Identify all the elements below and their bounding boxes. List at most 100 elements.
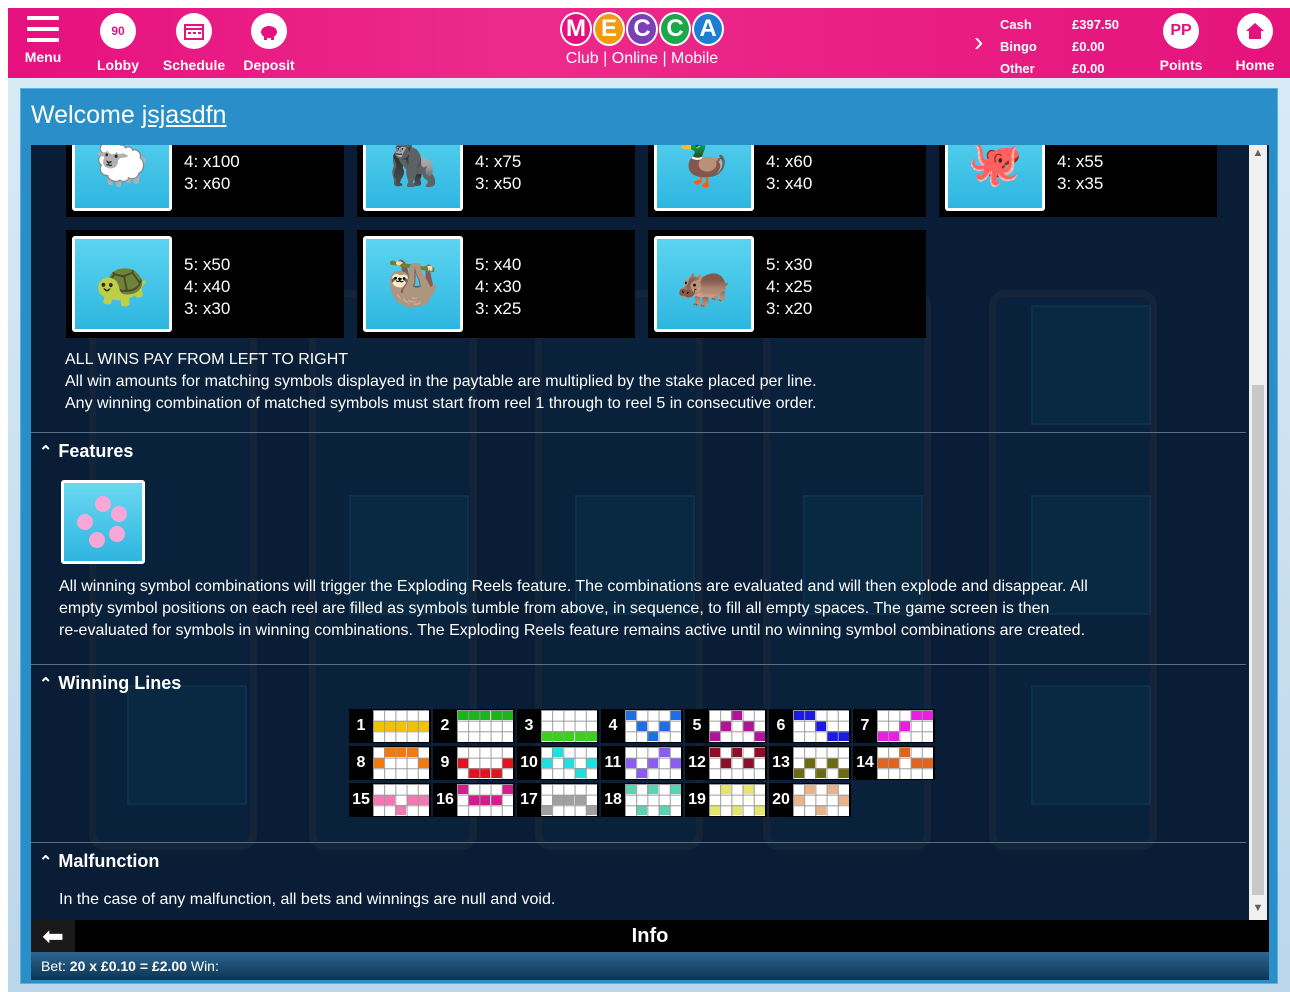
win-label: Win:	[190, 958, 219, 974]
winning-line-number: 14	[856, 754, 874, 771]
deposit-button[interactable]: Deposit	[234, 10, 304, 76]
winning-line-19: 19	[685, 783, 767, 817]
scroll-up-arrow-icon[interactable]: ▲	[1249, 147, 1267, 163]
chevron-up-icon: ⌃	[39, 854, 53, 871]
duck-icon: 🦆	[654, 145, 754, 211]
winning-line-gridlines	[793, 710, 849, 742]
winning-line-gridlines	[625, 747, 681, 779]
winning-line-13: 13	[769, 746, 851, 780]
winning-line-number: 6	[776, 717, 786, 734]
calendar-icon	[176, 13, 212, 49]
scrollbar-thumb[interactable]	[1252, 385, 1264, 895]
winning-line-pattern	[625, 784, 681, 816]
winning-line-gridlines	[457, 710, 513, 742]
malfunction-section-header[interactable]: ⌃ Malfunction	[39, 851, 159, 872]
schedule-button[interactable]: Schedule	[159, 10, 229, 76]
section-divider	[31, 432, 1246, 433]
game-frame: Welcome jsjasdfn 🐑 4: x100 3: x60 🦍 4: x…	[8, 78, 1290, 992]
winning-line-10: 10	[517, 746, 599, 780]
winning-line-gridlines	[625, 710, 681, 742]
winning-line-number: 3	[524, 717, 534, 734]
chevron-up-icon: ⌃	[39, 444, 53, 461]
winning-line-pattern	[793, 747, 849, 779]
home-button[interactable]: Home	[1220, 10, 1290, 76]
winning-line-pattern	[373, 710, 429, 742]
winning-line-pattern	[709, 747, 765, 779]
welcome-heading: Welcome jsjasdfn	[31, 101, 227, 129]
winning-line-gridlines	[541, 710, 597, 742]
winning-line-pattern	[541, 747, 597, 779]
paytable-card-sloth: 🦥 5: x40 4: x30 3: x25	[357, 230, 635, 338]
winning-line-gridlines	[541, 747, 597, 779]
winning-line-7: 7	[853, 709, 935, 743]
winning-line-18: 18	[601, 783, 683, 817]
hamburger-icon	[27, 16, 59, 42]
winning-line-9: 9	[433, 746, 515, 780]
winning-line-pattern	[625, 747, 681, 779]
winning-line-pattern	[541, 784, 597, 816]
menu-button[interactable]: Menu	[8, 10, 78, 76]
winning-lines-section-header[interactable]: ⌃ Winning Lines	[39, 673, 181, 694]
back-arrow-button[interactable]: ⬅	[31, 920, 75, 952]
logo-letters: M E C C A	[556, 12, 728, 46]
scroll-down-arrow-icon[interactable]: ▼	[1249, 902, 1267, 918]
top-navigation-bar: Menu 90 Lobby Schedule Deposit M E C C A…	[8, 8, 1290, 78]
cash-label: Cash	[1000, 17, 1032, 32]
winning-line-gridlines	[877, 747, 933, 779]
winning-line-number: 12	[688, 754, 706, 771]
winning-line-15: 15	[349, 783, 431, 817]
home-icon	[1237, 13, 1273, 49]
winning-line-1: 1	[349, 709, 431, 743]
username-link[interactable]: jsjasdfn	[142, 101, 227, 129]
deposit-label: Deposit	[243, 57, 295, 73]
paytable-rules: ALL WINS PAY FROM LEFT TO RIGHT All win …	[65, 351, 817, 412]
logo-tagline: Club | Online | Mobile	[565, 50, 719, 67]
winning-line-16: 16	[433, 783, 515, 817]
bingo-label: Bingo	[1000, 39, 1037, 54]
winning-line-number: 18	[604, 791, 622, 808]
info-title-bar: Info ⬅	[31, 920, 1269, 952]
info-scroll-area[interactable]: 🐑 4: x100 3: x60 🦍 4: x75 3: x50 🦆 4: x60 3…	[31, 145, 1269, 920]
bet-status-bar: Bet: 20 x £0.10 = £2.00 Win:	[31, 952, 1269, 980]
other-label: Other	[1000, 61, 1035, 76]
winning-line-pattern	[625, 710, 681, 742]
gorilla-icon: 🦍	[363, 145, 463, 211]
octopus-icon: 🐙	[945, 145, 1045, 211]
features-text: All winning symbol combinations will tri…	[59, 578, 1088, 639]
winning-line-pattern	[457, 747, 513, 779]
winning-line-gridlines	[625, 784, 681, 816]
winning-line-number: 16	[436, 791, 454, 808]
points-button[interactable]: PP Points	[1146, 10, 1216, 76]
paytable-card-hippo: 🦛 5: x30 4: x25 3: x20	[648, 230, 926, 338]
balance-expand-chevron-icon[interactable]: ›	[974, 26, 983, 58]
paytable-card-sheep: 🐑 4: x100 3: x60	[66, 145, 344, 217]
lobby-button[interactable]: 90 Lobby	[83, 10, 153, 76]
winning-line-gridlines	[793, 747, 849, 779]
winning-line-gridlines	[709, 784, 765, 816]
winning-line-gridlines	[373, 747, 429, 779]
winning-line-gridlines	[457, 784, 513, 816]
winning-line-gridlines	[793, 784, 849, 816]
winning-line-gridlines	[541, 784, 597, 816]
winning-line-8: 8	[349, 746, 431, 780]
winning-line-pattern	[541, 710, 597, 742]
winning-line-pattern	[877, 710, 933, 742]
home-label: Home	[1235, 57, 1275, 73]
winning-line-gridlines	[373, 710, 429, 742]
winning-line-number: 19	[688, 791, 706, 808]
winning-line-number: 4	[608, 717, 618, 734]
vertical-scrollbar[interactable]: ▲ ▼	[1249, 145, 1267, 920]
winning-line-gridlines	[709, 747, 765, 779]
winning-line-number: 17	[520, 791, 538, 808]
winning-line-number: 15	[352, 791, 370, 808]
winning-line-11: 11	[601, 746, 683, 780]
winning-line-number: 7	[860, 717, 870, 734]
winning-line-pattern	[877, 747, 933, 779]
winning-line-17: 17	[517, 783, 599, 817]
winning-line-3: 3	[517, 709, 599, 743]
sloth-icon: 🦥	[363, 236, 463, 332]
mecca-logo[interactable]: M E C C A Club | Online | Mobile	[556, 10, 728, 78]
features-section-header[interactable]: ⌃ Features	[39, 441, 133, 462]
balance-panel: Cash £397.50 Bingo £0.00 Other £0.00	[1000, 14, 1119, 80]
hippo-icon: 🦛	[654, 236, 754, 332]
